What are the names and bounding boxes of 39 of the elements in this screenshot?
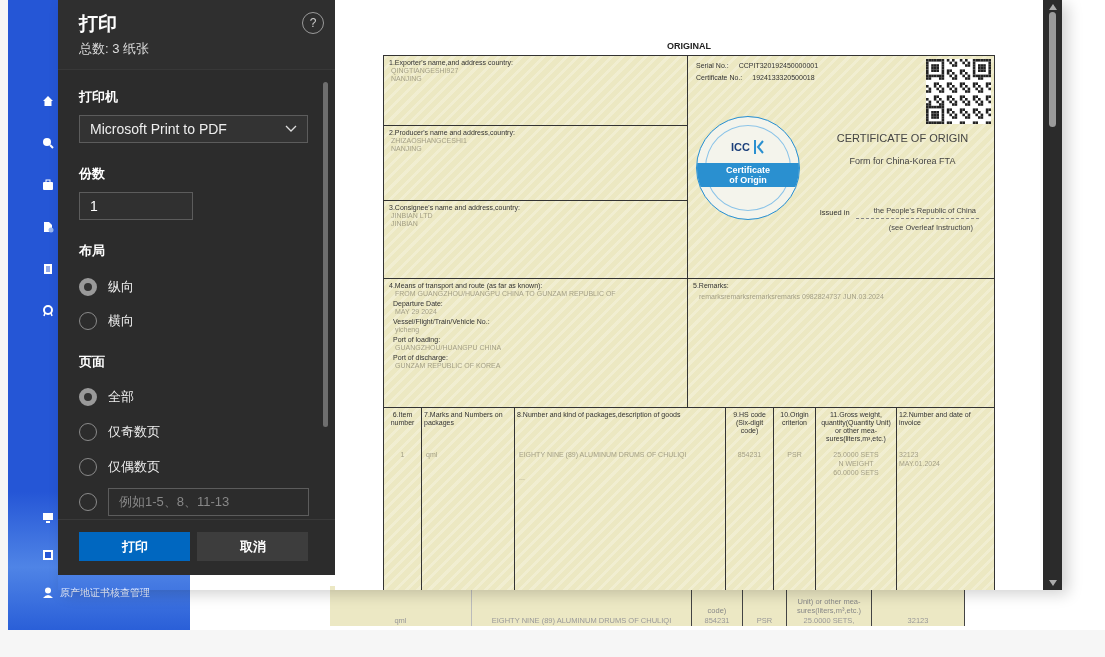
certificate-subtitle: Form for China-Korea FTA	[849, 156, 956, 166]
person-icon	[42, 587, 54, 599]
option-label[interactable]: 横向	[108, 312, 134, 331]
seal-band: Certificate of Origin	[697, 163, 799, 187]
search-icon	[42, 137, 54, 149]
scrollbar-thumb[interactable]	[323, 82, 328, 427]
section-label: 页面	[79, 352, 105, 371]
radio-button[interactable]	[79, 277, 97, 296]
monitor-icon	[42, 512, 54, 524]
page-count: 总数: 3 纸张	[79, 40, 150, 58]
section-label: 布局	[79, 242, 105, 261]
dialog-title: 打印	[79, 12, 118, 36]
section-label: 打印机	[79, 88, 118, 106]
print-button[interactable]: 打印	[79, 532, 190, 561]
option-label[interactable]: 纵向	[108, 277, 134, 296]
section-label: 份数	[79, 165, 105, 184]
award-icon	[42, 305, 54, 317]
chevron-down-icon	[285, 125, 297, 134]
briefcase-icon	[42, 179, 54, 191]
printer-dropdown[interactable]: Microsoft Print to PDF	[79, 115, 308, 144]
sidebar-item[interactable]: 原产地证书核查管理	[60, 586, 150, 600]
logo-text: ICC	[731, 141, 750, 153]
scrollbar[interactable]	[1043, 0, 1062, 590]
list-icon	[42, 263, 54, 275]
scrollbar-thumb[interactable]	[1049, 12, 1056, 127]
option-label[interactable]: 全部	[108, 388, 134, 407]
option-label[interactable]: 仅偶数页	[108, 457, 160, 476]
radio-button[interactable]	[79, 388, 97, 407]
qr-code-icon	[926, 59, 991, 124]
certificate-title: CERTIFICATE OF ORIGIN	[836, 132, 969, 144]
cancel-button[interactable]: 取消	[197, 532, 308, 561]
copies-field[interactable]: 1	[79, 192, 193, 221]
scroll-up-icon	[1048, 4, 1057, 10]
option-label[interactable]: 仅奇数页	[108, 422, 160, 441]
page-range-field[interactable]: 例如1-5、8、11-13	[108, 487, 309, 516]
document-heading: ORIGINAL	[666, 40, 712, 53]
logo-mark-icon	[752, 139, 765, 155]
home-icon	[42, 95, 54, 107]
scroll-down-icon	[1048, 580, 1057, 586]
